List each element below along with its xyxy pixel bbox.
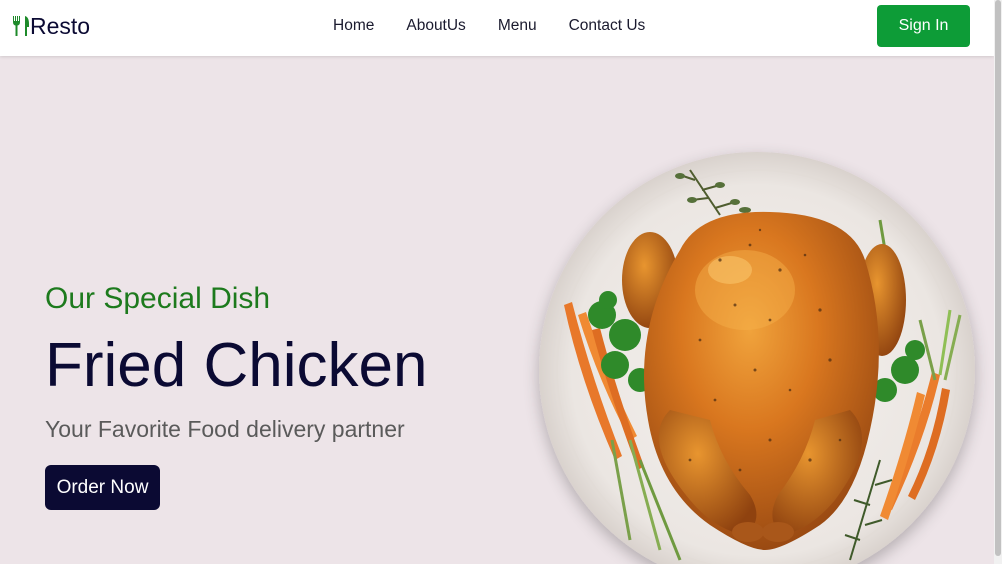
logo-text: Resto — [30, 12, 91, 39]
order-now-button[interactable]: Order Now — [45, 465, 160, 510]
hero-tagline: Your Favorite Food delivery partner — [45, 416, 405, 442]
sign-in-button[interactable]: Sign In — [877, 5, 970, 47]
fried-chicken-image — [520, 140, 994, 564]
roast-chicken-plate-illustration — [539, 152, 975, 564]
scrollbar-thumb[interactable] — [995, 0, 1001, 556]
fork-knife-icon — [13, 16, 29, 36]
site-header: Resto Home AboutUs Menu Contact Us Sign … — [0, 0, 994, 56]
nav-home[interactable]: Home — [333, 16, 374, 36]
logo[interactable]: Resto — [12, 10, 90, 42]
hero-title: Fried Chicken — [45, 331, 428, 400]
main-nav: Home AboutUs Menu Contact Us — [333, 16, 645, 36]
hero-subtitle: Our Special Dish — [45, 282, 271, 315]
nav-contact-us[interactable]: Contact Us — [569, 16, 646, 36]
nav-aboutus[interactable]: AboutUs — [406, 16, 465, 36]
page-scrollbar[interactable] — [994, 0, 1002, 564]
nav-menu[interactable]: Menu — [498, 16, 537, 36]
